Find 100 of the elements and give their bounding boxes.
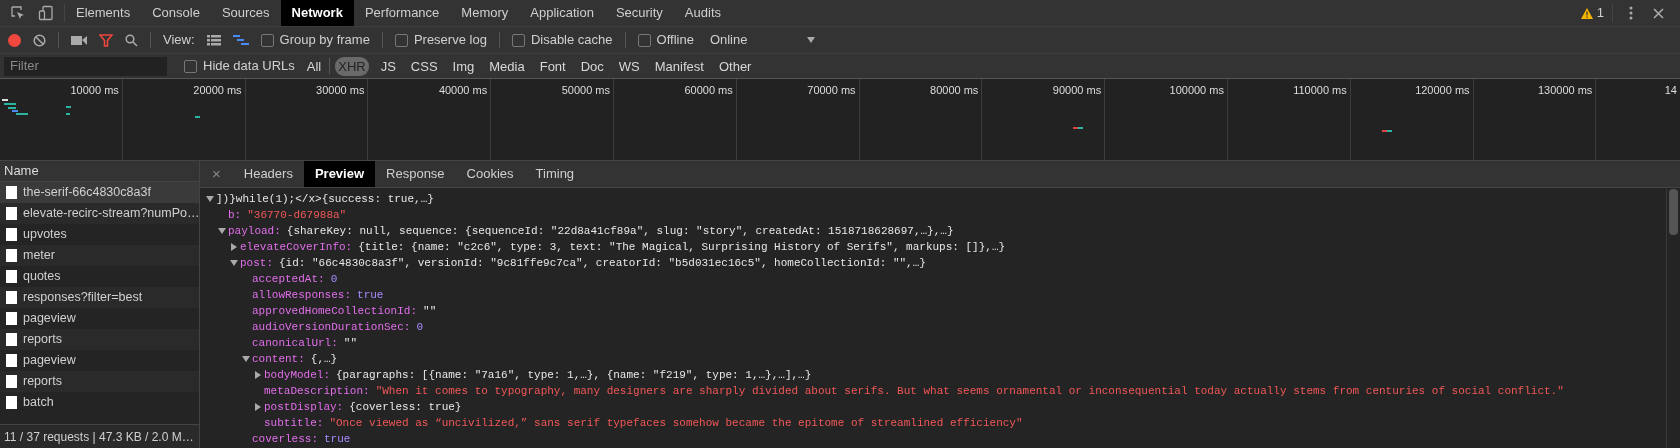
time-tick: 100000 ms [1169,83,1224,98]
close-button[interactable]: × [200,161,233,187]
device-icon[interactable] [38,5,54,21]
request-row[interactable]: reports [0,371,199,392]
request-row[interactable]: elevate-recirc-stream?numPo… [0,203,199,224]
panel-tab[interactable]: Elements [65,0,142,26]
document-icon [6,228,17,241]
property-value: {paragraphs: [{name: "7a16", type: 1,…}, {name: "f219", type: 1,…},…],…} [336,367,812,383]
checkbox[interactable]: Disable cache [511,30,613,50]
panel-tab[interactable]: Security [604,0,674,26]
document-icon [6,354,17,367]
document-icon [6,270,17,283]
property-key: metaDescription: [264,382,370,400]
column-header[interactable]: Name [4,161,39,181]
property-key: canonicalUrl: [252,334,338,352]
panel-tab[interactable]: Network [280,0,354,26]
property-value: "Once viewed as “uncivilized,” sans serif typefaces somehow became the epitome of streamlined efficiency" [329,415,1023,431]
property-key: bodyModel: [264,366,330,384]
property-key: subtitle: [264,414,324,432]
property-value: {title: {name: "c2c6", type: 3, text: "The Magical, Surprising History of Serifs", markups: []},…} [358,239,1006,255]
document-icon [6,291,17,304]
dropdown-arrow-icon [807,37,816,43]
caret-down-icon[interactable] [230,259,238,267]
detail-tab[interactable]: Headers [232,161,304,187]
panel-tab[interactable]: Performance [353,0,451,26]
waterfall-icon[interactable] [232,34,249,46]
more-icon[interactable] [1629,6,1633,20]
time-tick: 70000 ms [807,83,856,98]
resource-type-filter[interactable]: JS [377,56,399,76]
document-icon [6,186,17,199]
resource-type-filter[interactable]: All [303,56,325,76]
property-key: payload: [228,222,281,240]
property-key: post: [240,254,273,272]
detail-tab[interactable]: Preview [303,161,376,187]
caret-right-icon[interactable] [254,371,262,379]
checkbox[interactable]: Group by frame [260,30,370,50]
panel-tab[interactable]: Console [141,0,211,26]
caret-down-icon[interactable] [218,227,226,235]
request-row[interactable]: responses?filter=best [0,287,199,308]
caret-down-icon[interactable] [206,195,214,203]
close-icon[interactable] [1653,7,1664,19]
time-tick: 60000 ms [684,83,733,98]
checkbox[interactable]: Offline [637,30,694,50]
panel-tab[interactable]: Sources [210,0,281,26]
property-value: {,…} [310,351,338,367]
property-key: coverless: [252,430,318,448]
property-value: "When it comes to typography, many designers are sharply divided about serifs. But what seems ornamental or inconsequential today actually stems from centuries of social conflict." [375,383,1564,399]
caret-right-icon[interactable] [254,403,262,411]
search-icon[interactable] [125,33,138,47]
document-icon [6,333,17,346]
panel-tab[interactable]: Application [519,0,605,26]
warning-icon[interactable] [1580,7,1593,19]
time-tick: 50000 ms [561,83,610,98]
time-tick: 120000 ms [1415,83,1470,98]
checkbox[interactable]: Hide data URLs [184,56,295,76]
time-tick: 80000 ms [930,83,979,98]
property-value: "" [343,335,358,351]
filter-icon[interactable] [99,33,113,47]
warning-count: 1 [1596,4,1604,23]
request-row[interactable]: the-serif-66c4830c8a3f [0,182,199,203]
resource-type-filter[interactable]: Font [536,56,569,76]
time-tick: 40000 ms [438,83,488,98]
request-row[interactable]: meter [0,245,199,266]
panel-tab[interactable]: Memory [450,0,520,26]
throttling-dropdown[interactable]: Online [709,30,816,50]
resource-type-filter[interactable]: Other [715,56,755,76]
property-value: "" [423,303,437,319]
caret-down-icon[interactable] [242,355,250,363]
resource-type-filter[interactable]: Media [486,56,528,76]
camera-icon[interactable] [71,34,87,46]
resource-type-filter[interactable]: Img [449,56,478,76]
time-tick: 10000 ms [70,83,119,98]
time-tick: 130000 ms [1537,83,1593,98]
property-key: elevateCoverInfo: [240,238,353,256]
caret-right-icon[interactable] [230,243,238,251]
panel-tab[interactable]: Audits [673,0,732,26]
inspect-icon[interactable] [10,5,26,21]
record-button[interactable] [8,33,21,47]
clear-icon[interactable] [33,33,46,47]
resource-type-filter[interactable]: Manifest [651,56,707,76]
time-tick: 110000 ms [1293,83,1347,98]
checkbox[interactable]: Preserve log [394,30,487,50]
resource-type-filter[interactable]: Doc [577,56,607,76]
time-tick: 90000 ms [1052,83,1102,98]
resource-type-filter[interactable]: CSS [407,56,441,76]
scrollbar-thumb[interactable] [1669,189,1678,235]
time-tick: 30000 ms [316,83,365,98]
detail-tab[interactable]: Cookies [455,161,525,187]
request-row[interactable]: reports [0,329,199,350]
request-summary: 11 / 37 requests | 47.3 KB / 2.0 M… [4,428,194,446]
property-value: {shareKey: null, sequence: {sequenceId: "22d8a41cf89a", slug: "story", createdAt: 1518718628697,…},…} [286,223,954,239]
filter-field[interactable]: Filter [4,56,167,76]
list-view-icon[interactable] [206,34,221,46]
response-prefix: ])}while(1);</x> [216,191,322,207]
property-value: "36770-d67988a" [247,207,347,223]
property-value: {coverless: true} [349,399,462,415]
detail-tab[interactable]: Response [375,161,456,187]
resource-type-filter[interactable]: WS [615,56,643,76]
property-key: postDisplay: [264,398,344,416]
detail-tab[interactable]: Timing [524,161,586,187]
